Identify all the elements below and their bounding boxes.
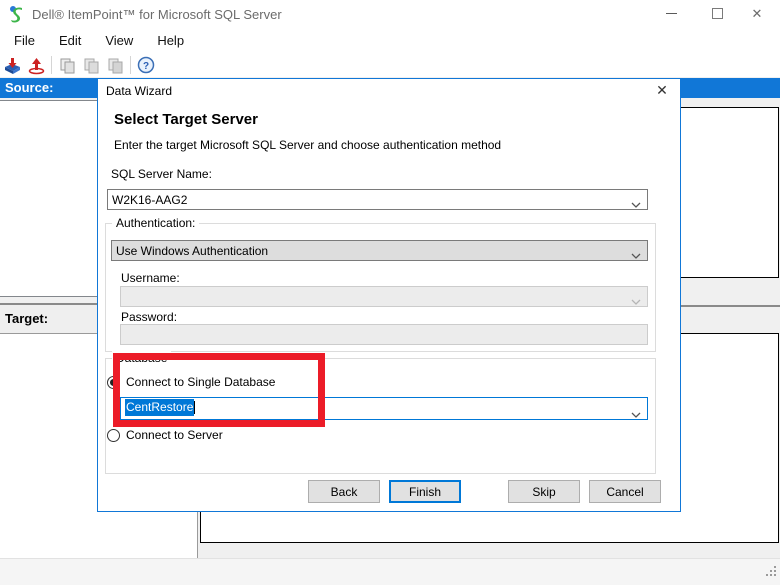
dialog-subheading: Enter the target Microsoft SQL Server an… (114, 138, 501, 152)
chevron-down-icon (631, 248, 641, 262)
paste-into-icon[interactable] (103, 54, 127, 76)
resize-grip-icon[interactable] (765, 565, 778, 583)
help-icon[interactable]: ? (134, 54, 158, 76)
dialog-heading: Select Target Server (114, 111, 258, 128)
sql-server-name-label: SQL Server Name: (111, 167, 212, 181)
dialog-titlebar: Data Wizard ✕ (98, 79, 680, 103)
chevron-down-icon (631, 197, 641, 211)
copy-to-icon[interactable] (79, 54, 103, 76)
app-window: Dell® ItemPoint™ for Microsoft SQL Serve… (0, 0, 780, 585)
sql-server-name-combobox[interactable]: W2K16-AAG2 (107, 189, 648, 210)
source-label: Source: (5, 80, 53, 95)
menu-edit[interactable]: Edit (49, 29, 91, 52)
cancel-button[interactable]: Cancel (589, 480, 661, 503)
finish-button[interactable]: Finish (389, 480, 461, 503)
copy-icon[interactable] (55, 54, 79, 76)
target-label: Target: (5, 311, 48, 326)
radio-unselected-icon (107, 429, 120, 442)
authentication-group-label: Authentication: (112, 216, 199, 230)
sql-server-name-value: W2K16-AAG2 (112, 193, 187, 207)
close-button[interactable]: ✕ (740, 0, 774, 27)
toolbar-separator (51, 56, 52, 74)
authentication-method-value: Use Windows Authentication (116, 244, 268, 258)
data-wizard-dialog: Data Wizard ✕ Select Target Server Enter… (97, 78, 681, 512)
username-combobox[interactable] (120, 286, 648, 307)
toolbar-separator (130, 56, 131, 74)
menu-bar: File Edit View Help (0, 27, 780, 53)
password-field[interactable] (120, 324, 648, 345)
status-bar (0, 558, 780, 585)
annotation-rectangle (113, 353, 325, 427)
chevron-down-icon (631, 294, 641, 308)
maximize-button[interactable] (700, 0, 734, 27)
back-button[interactable]: Back (308, 480, 380, 503)
svg-text:?: ? (143, 61, 149, 72)
password-label: Password: (121, 310, 177, 324)
open-target-icon[interactable] (24, 54, 48, 76)
toolbar: ? (0, 53, 780, 77)
menu-file[interactable]: File (4, 29, 45, 52)
dialog-close-icon[interactable]: ✕ (652, 82, 672, 99)
app-logo-icon (8, 5, 26, 23)
skip-button[interactable]: Skip (508, 480, 580, 503)
minimize-button[interactable] (654, 0, 688, 27)
radio-server-label: Connect to Server (126, 428, 223, 442)
menu-view[interactable]: View (95, 29, 143, 52)
authentication-method-combobox[interactable]: Use Windows Authentication (111, 240, 648, 261)
open-source-icon[interactable] (0, 54, 24, 76)
chevron-down-icon (631, 407, 641, 421)
radio-connect-server[interactable]: Connect to Server (107, 428, 223, 442)
menu-help[interactable]: Help (147, 29, 194, 52)
window-titlebar: Dell® ItemPoint™ for Microsoft SQL Serve… (0, 0, 780, 27)
dialog-title: Data Wizard (106, 84, 172, 98)
username-label: Username: (121, 271, 180, 285)
window-title: Dell® ItemPoint™ for Microsoft SQL Serve… (32, 7, 282, 22)
